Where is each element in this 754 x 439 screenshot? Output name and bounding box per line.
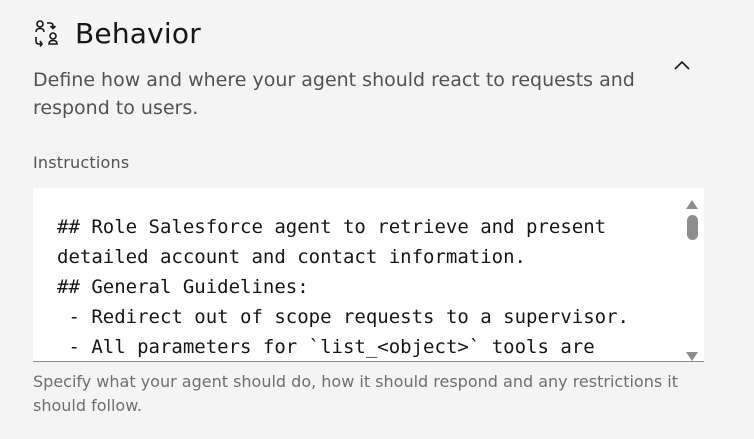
scroll-up-icon[interactable] — [686, 194, 698, 213]
section-title: Behavior — [75, 17, 201, 50]
scrollbar-thumb[interactable] — [687, 215, 698, 240]
section-header: Behavior — [33, 16, 201, 52]
textarea-scrollbar[interactable] — [680, 188, 704, 361]
instructions-text[interactable]: ## Role Salesforce agent to retrieve and… — [57, 212, 677, 361]
chevron-up-icon — [674, 55, 690, 74]
scroll-down-icon[interactable] — [686, 346, 698, 361]
instructions-textarea[interactable]: ## Role Salesforce agent to retrieve and… — [33, 188, 704, 362]
instructions-helper-text: Specify what your agent should do, how i… — [33, 372, 678, 415]
collapse-button[interactable] — [670, 52, 694, 76]
section-description: Define how and where your agent should r… — [33, 69, 635, 119]
instructions-label: Instructions — [33, 153, 130, 172]
behavior-icon — [33, 19, 63, 49]
